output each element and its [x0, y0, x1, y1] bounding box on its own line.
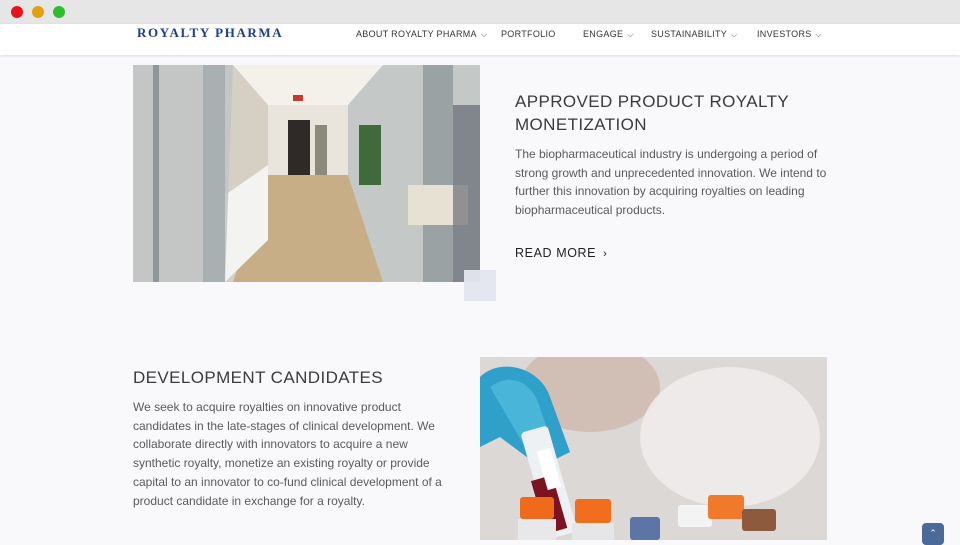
- image-overlay-accent: [464, 270, 496, 301]
- nav-item-label: SUSTAINABILITY: [651, 29, 728, 39]
- approved-section-title: APPROVED PRODUCT ROYALTY MONETIZATION: [515, 92, 789, 134]
- development-section-title: DEVELOPMENT CANDIDATES: [133, 368, 383, 387]
- close-window-button[interactable]: [11, 6, 23, 18]
- chevron-down-icon: ⌵: [480, 30, 488, 39]
- nav-item-label: ENGAGE: [583, 29, 624, 39]
- maximize-window-button[interactable]: [53, 6, 65, 18]
- chevron-right-icon: ›: [603, 248, 608, 260]
- nav-item-investors[interactable]: INVESTORS ⌵: [757, 29, 822, 40]
- site-header: ROYALTY PHARMA ABOUT ROYALTY PHARMA ⌵ POR…: [0, 24, 960, 55]
- nav-item-label: ABOUT ROYALTY PHARMA: [356, 29, 477, 39]
- nav-item-label: PORTFOLIO: [501, 29, 556, 39]
- chevron-down-icon: ⌵: [627, 30, 634, 39]
- nav-item-label: INVESTORS: [757, 29, 812, 39]
- nav-item-about[interactable]: ABOUT ROYALTY PHARMA ⌵: [356, 29, 487, 40]
- office-interior-image: [133, 65, 480, 282]
- office-interior-illustration: [133, 65, 480, 282]
- nav-item-engage[interactable]: ENGAGE ⌵: [583, 29, 634, 40]
- main-nav: ABOUT ROYALTY PHARMA ⌵ PORTFOLIO ENGAGE ⌵ …: [0, 29, 960, 43]
- read-more-label: READ MORE: [515, 246, 597, 260]
- nav-item-sustainability[interactable]: SUSTAINABILITY ⌵: [651, 29, 737, 40]
- nav-item-portfolio[interactable]: PORTFOLIO: [501, 29, 556, 39]
- development-section-body: We seek to acquire royalties on innovati…: [133, 400, 442, 508]
- chevron-up-icon: ⌃: [929, 528, 937, 538]
- lab-test-tubes-image: [480, 357, 827, 540]
- scroll-to-top-button[interactable]: ⌃: [922, 523, 944, 545]
- chevron-down-icon: ⌵: [731, 30, 738, 39]
- read-more-link[interactable]: READ MORE ›: [515, 246, 607, 260]
- lab-illustration: [480, 357, 827, 540]
- chevron-down-icon: ⌵: [815, 30, 822, 39]
- approved-section-body: The biopharmaceutical industry is underg…: [515, 147, 827, 218]
- minimize-window-button[interactable]: [32, 6, 44, 18]
- window-title-bar: [0, 0, 960, 24]
